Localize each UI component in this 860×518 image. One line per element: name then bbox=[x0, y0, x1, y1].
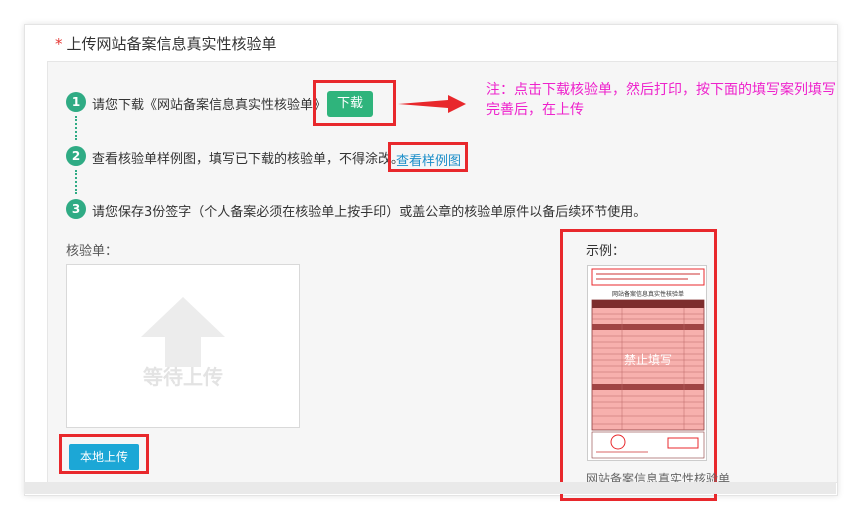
example-image: 网站备案信息真实性核验单 禁止填写 bbox=[587, 265, 707, 461]
arrow-shape bbox=[398, 95, 466, 113]
example-watermark: 禁止填写 bbox=[624, 353, 672, 367]
step-2-text: 查看核验单样例图，填写已下载的核验单，不得涂改。 bbox=[92, 152, 405, 167]
local-upload-button[interactable]: 本地上传 bbox=[69, 444, 139, 470]
local-upload-highlight: 本地上传 bbox=[59, 434, 149, 474]
upload-arrow-icon bbox=[141, 297, 225, 367]
arrow-icon bbox=[398, 95, 466, 113]
example-document-image: 网站备案信息真实性核验单 禁止填写 bbox=[591, 268, 705, 459]
view-sample-highlight: 查看样例图 bbox=[388, 142, 468, 172]
upload-label: 核验单： bbox=[66, 244, 119, 259]
upload-preview-box[interactable]: 等待上传 bbox=[66, 264, 300, 428]
view-sample-link[interactable]: 查看样例图 bbox=[396, 150, 461, 169]
download-highlight: 下载 bbox=[313, 80, 396, 126]
section-title: * 上传网站备案信息真实性核验单 bbox=[55, 33, 277, 54]
step-1-number: 1 bbox=[66, 92, 86, 112]
section-title-text: 上传网站备案信息真实性核验单 bbox=[66, 35, 277, 53]
step-3-text: 请您保存3份签字（个人备案必须在核验单上按手印）或盖公章的核验单原件以备后续环节… bbox=[92, 205, 647, 220]
upload-placeholder: 等待上传 bbox=[143, 365, 223, 389]
step-2-number: 2 bbox=[66, 146, 86, 166]
required-mark: * bbox=[55, 35, 63, 53]
step-connector bbox=[75, 170, 77, 194]
step-1-text: 请您下载《网站备案信息真实性核验单》 bbox=[92, 98, 327, 113]
annotation-note: 注：点击下载核验单，然后打印，按下面的填写案列填写完善后，在上传 bbox=[486, 82, 836, 118]
download-button[interactable]: 下载 bbox=[327, 91, 373, 117]
example-doc-title: 网站备案信息真实性核验单 bbox=[612, 290, 684, 298]
step-3-number: 3 bbox=[66, 199, 86, 219]
example-label: 示例： bbox=[586, 244, 626, 259]
step-connector bbox=[75, 116, 77, 140]
bottom-strip bbox=[24, 482, 836, 494]
